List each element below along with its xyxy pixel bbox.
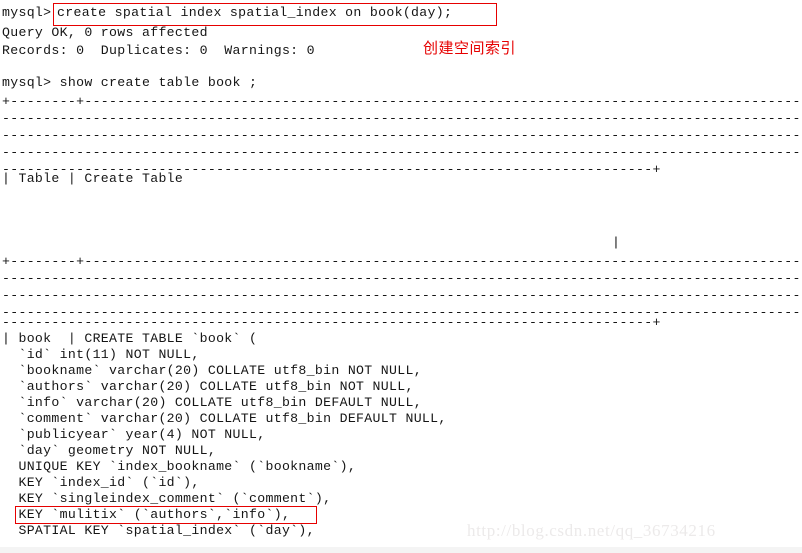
ddl-line: KEY `index_id` (`id`), — [2, 475, 200, 490]
prompt-label: mysql> — [2, 5, 52, 20]
ddl-line-spatial-key: SPATIAL KEY `spatial_index` (`day`), — [2, 523, 315, 538]
table-separator-row: ----------------------------------------… — [2, 145, 802, 160]
query-status-line: Query OK, 0 rows affected — [2, 25, 208, 40]
table-separator-row: ----------------------------------------… — [2, 271, 802, 286]
command-input-1[interactable]: create spatial index spatial_index on bo… — [57, 6, 452, 20]
ddl-line: `publicyear` year(4) NOT NULL, — [2, 427, 266, 442]
ddl-line: `bookname` varchar(20) COLLATE utf8_bin … — [2, 363, 422, 378]
table-separator-row: ----------------------------------------… — [2, 288, 802, 303]
row-pipe-marker: | — [612, 235, 621, 250]
table-separator-row: ----------------------------------------… — [2, 315, 661, 330]
ddl-line: `id` int(11) NOT NULL, — [2, 347, 200, 362]
ddl-line: `day` geometry NOT NULL, — [2, 443, 217, 458]
table-separator-row: ----------------------------------------… — [2, 128, 802, 143]
ddl-line: UNIQUE KEY `index_bookname` (`bookname`)… — [2, 459, 357, 474]
ddl-line: `info` varchar(20) COLLATE utf8_bin DEFA… — [2, 395, 422, 410]
ddl-line: KEY `singleindex_comment` (`comment`), — [2, 491, 332, 506]
ddl-line-multi-index: KEY `mulitix` (`authors`,`info`), — [2, 507, 291, 522]
annotation-spatial-index: 创建空间索引 — [423, 39, 517, 57]
terminal-screenshot: mysql> create spatial index spatial_inde… — [0, 0, 802, 553]
records-status-line: Records: 0 Duplicates: 0 Warnings: 0 — [2, 43, 315, 58]
table-separator-row: ----------------------------------------… — [2, 111, 802, 126]
ddl-line: | book | CREATE TABLE `book` ( — [2, 331, 258, 346]
table-separator-row: +--------+------------------------------… — [2, 254, 802, 269]
command-input-2[interactable]: mysql> show create table book ; — [2, 76, 257, 90]
watermark-url: http://blog.csdn.net/qq_36734216 — [467, 521, 716, 540]
ddl-line: `authors` varchar(20) COLLATE utf8_bin N… — [2, 379, 414, 394]
ddl-line: `comment` varchar(20) COLLATE utf8_bin D… — [2, 411, 447, 426]
bottom-edge-strip — [0, 547, 802, 553]
table-column-header: | Table | Create Table — [2, 171, 184, 186]
table-separator-row: +--------+------------------------------… — [2, 94, 802, 109]
prompt-line-1: mysql> — [2, 6, 51, 20]
